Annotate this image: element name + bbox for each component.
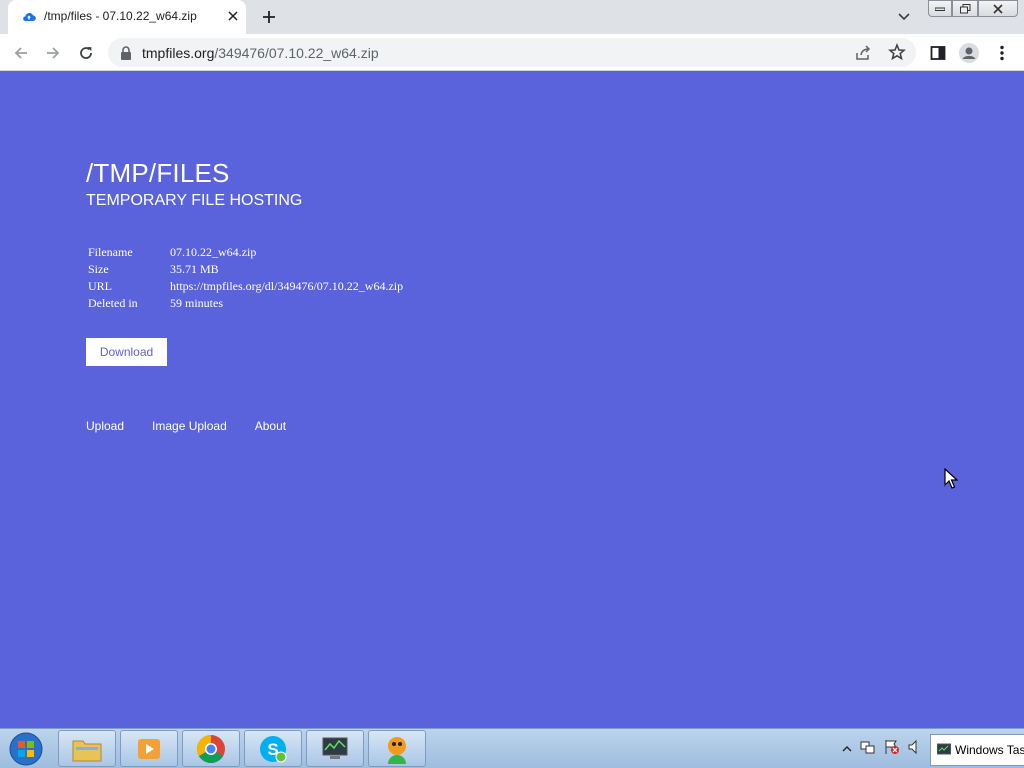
side-panel-icon[interactable] xyxy=(927,42,949,64)
cloud-upload-icon xyxy=(23,13,36,22)
filename-value: 07.10.22_w64.zip xyxy=(170,245,257,259)
table-row: Filename 07.10.22_w64.zip xyxy=(86,244,405,261)
window-minimize-button[interactable] xyxy=(928,0,952,17)
forward-arrow-icon[interactable] xyxy=(42,42,64,64)
share-icon[interactable] xyxy=(854,44,872,62)
upload-link[interactable]: Upload xyxy=(86,419,124,433)
action-center-flag-icon[interactable] xyxy=(884,739,900,760)
folder-icon xyxy=(72,740,102,761)
file-explorer-taskbar-button[interactable] xyxy=(58,730,116,767)
avatar-app-taskbar-button[interactable] xyxy=(368,730,426,767)
system-tray xyxy=(842,739,920,759)
url-path: /349476/07.10.22_w64.zip xyxy=(214,45,379,61)
deleted-in-label: Deleted in xyxy=(88,296,138,310)
task-manager-window-button[interactable]: Windows Tas xyxy=(930,734,1024,766)
window-restore-button[interactable] xyxy=(952,0,978,17)
reload-icon[interactable] xyxy=(75,42,97,64)
smiley-character-icon xyxy=(388,736,406,764)
start-button[interactable] xyxy=(6,731,46,767)
table-row: Deleted in 59 minutes xyxy=(86,295,405,312)
tab-strip: /tmp/files - 07.10.22_w64.zip xyxy=(0,0,1024,34)
file-info-table: Filename 07.10.22_w64.zip Size 35.71 MB … xyxy=(86,244,405,312)
media-player-taskbar-button[interactable] xyxy=(120,730,178,767)
table-row: URL https://tmpfiles.org/dl/349476/07.10… xyxy=(86,278,405,295)
skype-icon: S xyxy=(260,735,287,762)
tab-title: /tmp/files - 07.10.22_w64.zip xyxy=(44,9,197,23)
new-tab-icon[interactable] xyxy=(258,6,280,28)
site-subtitle: TEMPORARY FILE HOSTING xyxy=(86,192,303,209)
size-label: Size xyxy=(88,262,109,276)
chevron-down-icon[interactable] xyxy=(894,7,914,27)
page-content: /TMP/FILES TEMPORARY FILE HOSTING Filena… xyxy=(0,71,1024,728)
download-button[interactable]: Download xyxy=(86,338,167,366)
browser-toolbar: tmpfiles.org/349476/07.10.22_w64.zip xyxy=(0,34,1024,71)
browser-chrome: /tmp/files - 07.10.22_w64.zip tmpfiles.o… xyxy=(0,0,1024,71)
media-player-icon xyxy=(138,738,160,759)
monitor-icon xyxy=(322,737,348,759)
url-text: tmpfiles.org/349476/07.10.22_w64.zip xyxy=(142,45,379,61)
footer-nav: Upload Image Upload About xyxy=(86,419,314,433)
address-bar[interactable]: tmpfiles.org/349476/07.10.22_w64.zip xyxy=(108,38,916,67)
volume-icon[interactable] xyxy=(908,739,920,760)
close-tab-icon[interactable] xyxy=(224,7,242,25)
tab-active[interactable]: /tmp/files - 07.10.22_w64.zip xyxy=(8,0,246,34)
about-link[interactable]: About xyxy=(255,419,286,433)
site-title: /TMP/FILES xyxy=(86,158,230,188)
kebab-menu-icon[interactable] xyxy=(991,42,1013,64)
bookmark-star-icon[interactable] xyxy=(888,43,906,61)
windows-logo-icon xyxy=(9,732,43,766)
url-label: URL xyxy=(88,279,112,293)
size-value: 35.71 MB xyxy=(170,262,219,276)
skype-taskbar-button[interactable]: S xyxy=(244,730,302,767)
url-value: https://tmpfiles.org/dl/349476/07.10.22_… xyxy=(170,279,404,293)
chrome-icon xyxy=(197,734,225,763)
url-domain: tmpfiles.org xyxy=(142,45,215,61)
mouse-cursor-icon xyxy=(944,468,958,489)
network-monitor-taskbar-button[interactable] xyxy=(306,730,364,767)
profile-avatar-icon[interactable] xyxy=(958,42,980,64)
task-manager-label: Windows Tas xyxy=(955,743,1024,757)
network-icon[interactable] xyxy=(860,739,876,760)
filename-label: Filename xyxy=(88,245,133,259)
window-close-button[interactable] xyxy=(978,0,1018,17)
back-arrow-icon[interactable] xyxy=(10,42,32,64)
image-upload-link[interactable]: Image Upload xyxy=(152,419,227,433)
lock-icon xyxy=(121,46,131,60)
chrome-taskbar-button[interactable] xyxy=(182,730,240,767)
chevron-up-icon[interactable] xyxy=(842,740,852,758)
deleted-in-value: 59 minutes xyxy=(170,296,223,310)
task-manager-icon xyxy=(937,743,951,755)
windows-taskbar: S Windows Tas xyxy=(0,728,1024,768)
table-row: Size 35.71 MB xyxy=(86,261,405,278)
